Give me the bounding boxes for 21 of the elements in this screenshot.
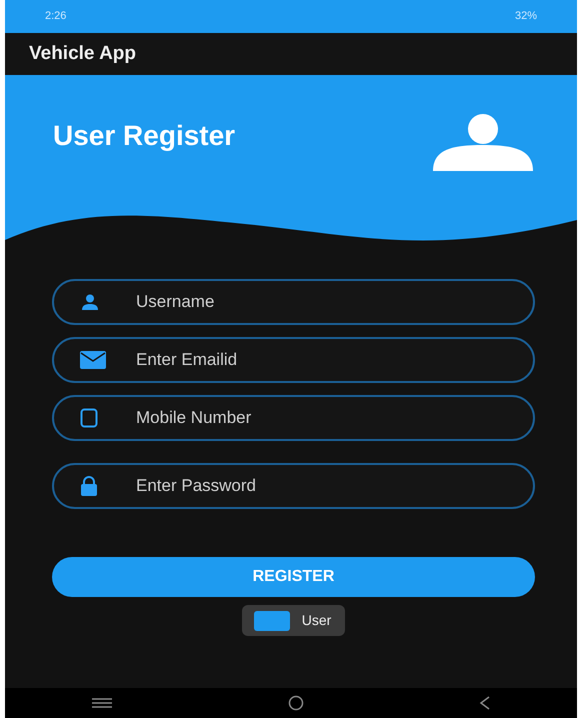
input-field[interactable]: Enter Emailid xyxy=(134,346,513,374)
status-time: 2:26 xyxy=(45,9,66,24)
input-field[interactable]: Mobile Number xyxy=(134,404,513,432)
phone-icon xyxy=(80,408,98,428)
envelope-icon xyxy=(80,351,106,369)
page-title: User Register xyxy=(53,120,236,151)
input-field[interactable]: Username xyxy=(134,288,513,316)
lock-icon xyxy=(80,476,98,496)
user-badge-icon xyxy=(254,610,290,630)
text-field[interactable]: Username xyxy=(52,279,535,325)
menu-icon[interactable] xyxy=(90,697,114,709)
user-icon xyxy=(80,294,100,310)
input-field[interactable]: Enter Password xyxy=(134,472,513,500)
battery-level: 32% xyxy=(514,9,537,24)
back-icon[interactable] xyxy=(478,695,492,711)
text-field[interactable]: Enter Emailid xyxy=(52,337,535,383)
role-chip[interactable]: User xyxy=(242,605,346,636)
text-field[interactable]: Enter Password xyxy=(52,463,535,509)
app-title: Vehicle App xyxy=(29,42,136,66)
text-field[interactable]: Mobile Number xyxy=(52,395,535,441)
user-avatar-icon xyxy=(433,113,533,171)
